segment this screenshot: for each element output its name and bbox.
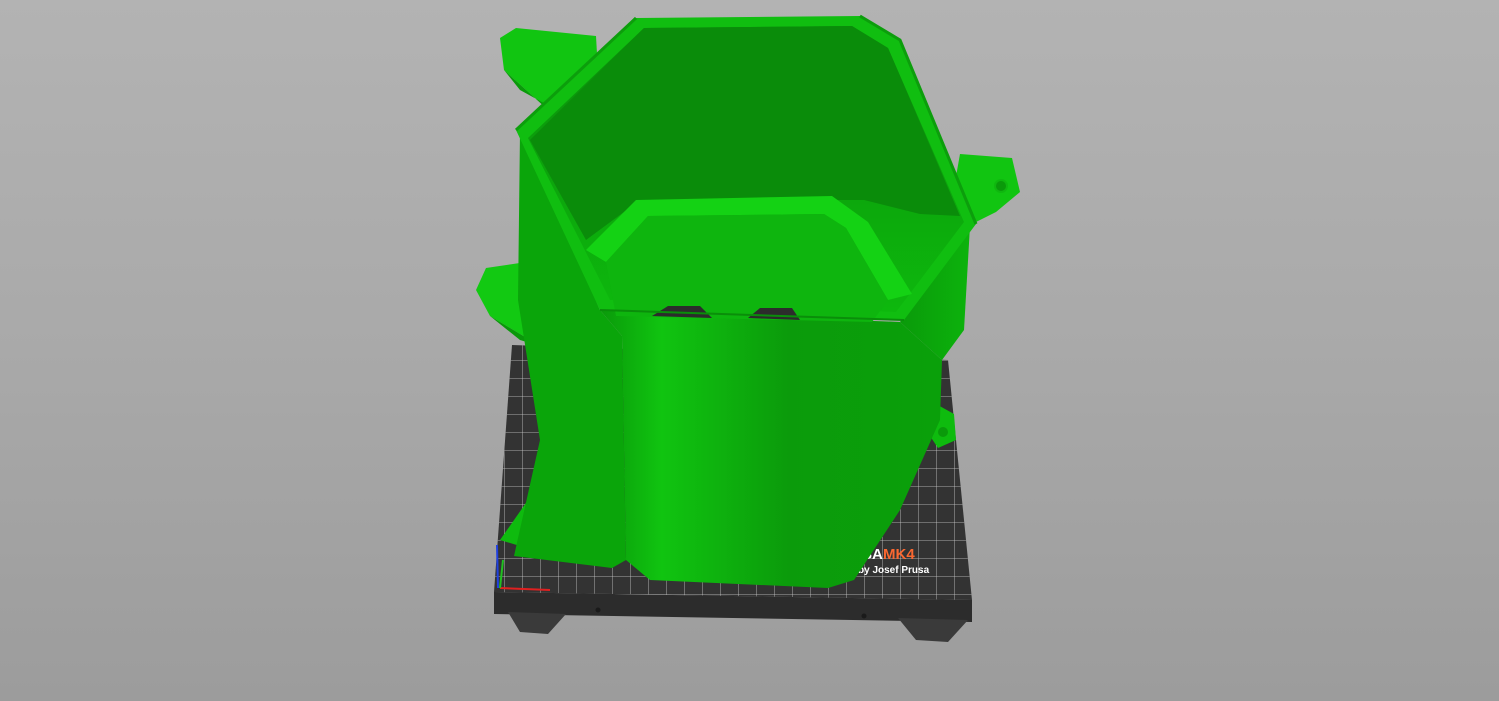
scene-canvas[interactable]: SA MK4 by Josef Prusa	[0, 0, 1499, 701]
bed-logo-model: MK4	[883, 546, 915, 563]
bed-foot-left	[508, 612, 566, 634]
bed-logo-byline: by Josef Prusa	[858, 565, 930, 576]
3d-viewport[interactable]: SA MK4 by Josef Prusa	[0, 0, 1499, 701]
bed-screw-hole	[861, 613, 867, 619]
z-axis	[496, 544, 499, 589]
inner-floor	[606, 214, 888, 322]
bed-foot-right	[898, 618, 968, 642]
bed-screw-hole	[595, 607, 601, 613]
mount-hole-right	[994, 179, 1008, 193]
